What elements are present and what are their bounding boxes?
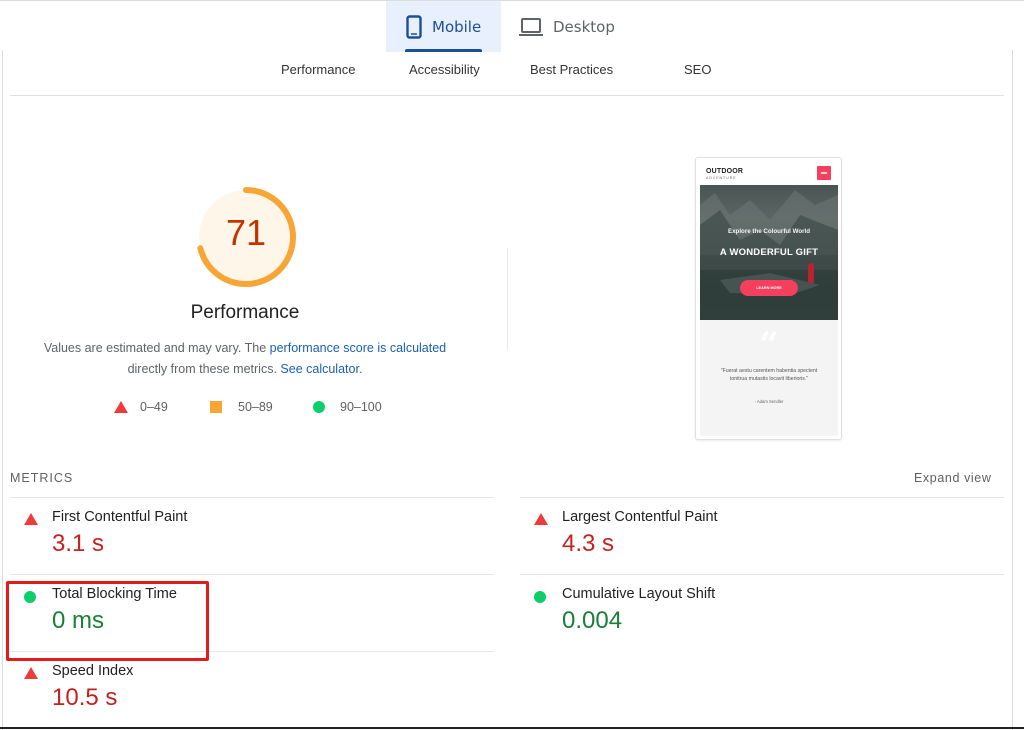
- red-triangle-icon: [114, 401, 128, 413]
- vertical-divider: [507, 248, 508, 350]
- metric-value: 4.3 s: [562, 530, 615, 557]
- green-circle-icon: [313, 401, 325, 413]
- metric-divider: [520, 497, 1004, 498]
- desc-text-2: directly from these metrics.: [127, 362, 281, 376]
- mobile-phone-icon: [406, 14, 422, 39]
- highlight-box: [6, 581, 209, 661]
- legend-pass-range: 90–100: [340, 400, 382, 414]
- metric-divider: [10, 497, 494, 498]
- preview-learn-more-button: LEARN MORE: [740, 280, 798, 296]
- green-circle-icon: [534, 591, 546, 603]
- orange-square-icon: [210, 401, 222, 413]
- desc-text-1: Values are estimated and may vary. The: [43, 341, 270, 355]
- legend-fail-range: 0–49: [140, 400, 168, 414]
- metric-first-contentful-paint: First Contentful Paint 3.1 s: [10, 500, 490, 576]
- performance-score-link[interactable]: performance score is calculated: [270, 341, 446, 355]
- preview-logo: OUTDOOR: [706, 168, 744, 175]
- red-triangle-icon: [534, 513, 548, 525]
- metric-value: 3.1 s: [52, 530, 105, 557]
- performance-title: Performance: [190, 302, 300, 323]
- metric-title: Speed Index: [52, 663, 134, 679]
- metric-value: 10.5 s: [52, 684, 118, 711]
- metric-title: First Contentful Paint: [52, 509, 188, 525]
- metric-cumulative-layout-shift: Cumulative Layout Shift 0.004: [520, 577, 1000, 653]
- legend-average: 50–89: [210, 400, 273, 414]
- metrics-heading: METRICS: [10, 471, 74, 485]
- tab-performance[interactable]: Performance: [281, 62, 355, 77]
- page-screenshot-preview: OUTDOOR ADVENTURE Explore the Colourful …: [695, 157, 842, 440]
- tab-best-practices[interactable]: Best Practices: [530, 62, 613, 77]
- quote-icon: “: [759, 325, 779, 365]
- preview-person: [808, 263, 814, 283]
- category-divider: [10, 95, 1004, 96]
- red-triangle-icon: [24, 513, 38, 525]
- score-description: Values are estimated and may vary. The p…: [20, 338, 470, 380]
- red-triangle-icon: [24, 667, 38, 679]
- preview-hero-title: A WONDERFUL GIFT: [719, 247, 819, 258]
- legend-average-range: 50–89: [238, 400, 273, 414]
- metric-largest-contentful-paint: Largest Contentful Paint 4.3 s: [520, 500, 1000, 576]
- tab-mobile[interactable]: Mobile: [386, 1, 501, 52]
- tab-mobile-label: Mobile: [432, 17, 482, 36]
- preview-quote-section: “ "Fuerat aestu carentem habentia specte…: [700, 320, 838, 436]
- preview-hero-subtitle: Explore the Colourful World: [727, 228, 811, 235]
- metric-value: 0.004: [562, 607, 623, 634]
- performance-score: 71: [225, 212, 267, 253]
- see-calculator-link[interactable]: See calculator: [280, 362, 359, 376]
- tab-accessibility[interactable]: Accessibility: [409, 62, 480, 77]
- desc-text-3: .: [358, 362, 363, 376]
- legend-pass: 90–100: [313, 400, 382, 414]
- top-border: [0, 0, 1024, 1]
- expand-view-button[interactable]: Expand view: [914, 471, 991, 485]
- laptop-icon: [519, 17, 543, 36]
- tab-desktop[interactable]: Desktop: [517, 1, 627, 52]
- preview-quote-text: "Fuerat aestu carentem habentia spectent…: [720, 368, 818, 382]
- tab-desktop-label: Desktop: [553, 17, 615, 36]
- tab-seo[interactable]: SEO: [684, 62, 711, 77]
- metric-speed-index: Speed Index 10.5 s: [10, 654, 490, 730]
- metric-title: Cumulative Layout Shift: [562, 586, 716, 602]
- preview-logo-sub: ADVENTURE: [706, 176, 737, 180]
- preview-hero: Explore the Colourful World A WONDERFUL …: [700, 185, 838, 320]
- metric-title: Largest Contentful Paint: [562, 509, 718, 525]
- preview-quote-author: - Adam Sendler: [754, 399, 784, 404]
- legend-fail: 0–49: [114, 400, 168, 414]
- preview-menu-icon: [817, 166, 831, 180]
